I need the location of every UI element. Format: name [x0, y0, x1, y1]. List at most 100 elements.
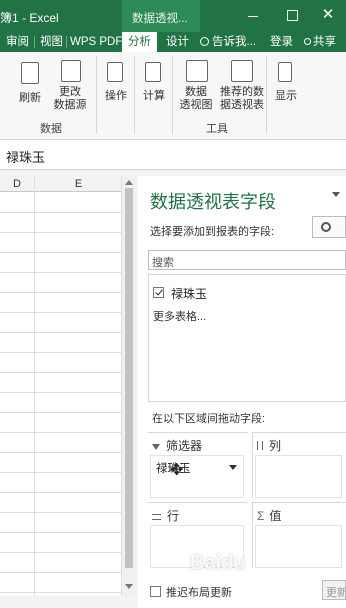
- title-bar: 簿1 - Excel 数据透视... ✕: [0, 0, 346, 32]
- columns-area[interactable]: 列: [252, 432, 346, 498]
- ribbon-separator: [266, 56, 267, 134]
- actions-label: 操作: [105, 90, 127, 102]
- update-button[interactable]: 更新: [322, 580, 346, 600]
- pane-title: 数据透视表字段: [150, 192, 276, 212]
- vertical-scrollbar[interactable]: [122, 176, 136, 596]
- recommended-pivot-tables-button[interactable]: 推荐的数 据透视表: [216, 56, 268, 116]
- scroll-down-icon[interactable]: [125, 584, 133, 589]
- rows-label: 行: [167, 509, 180, 523]
- formula-bar-value: 禄珠玉: [6, 150, 46, 165]
- pivot-chart-label-1: 数据: [185, 86, 207, 98]
- values-header: Σ值: [257, 507, 281, 524]
- scrollbar-thumb[interactable]: [125, 188, 133, 568]
- dropdown-caret-icon[interactable]: [229, 465, 237, 470]
- more-tables-link[interactable]: 更多表格...: [153, 308, 206, 324]
- tell-me-label: 告诉我...: [212, 36, 257, 48]
- tab-view[interactable]: 视图: [40, 32, 63, 52]
- calculations-button[interactable]: 计算: [138, 56, 170, 116]
- filters-drop-box[interactable]: 禄珠玉: [150, 455, 244, 498]
- baidu-watermark: Baidu: [190, 552, 246, 574]
- grid-line: [0, 572, 122, 573]
- grid-line: [0, 252, 122, 253]
- grid-line: [0, 492, 122, 493]
- pivot-chart-button[interactable]: 数据 透视图: [174, 56, 218, 116]
- restore-icon[interactable]: [274, 0, 310, 32]
- grid-line: [0, 212, 122, 213]
- minimize-icon[interactable]: [236, 0, 272, 32]
- share-button[interactable]: 共享: [304, 32, 336, 52]
- grid-line: [34, 176, 35, 596]
- show-icon: [278, 62, 292, 82]
- sigma-icon: Σ: [257, 509, 265, 523]
- field-label[interactable]: 禄珠玉: [171, 285, 207, 302]
- grid-line: [0, 272, 122, 273]
- grid-line: [0, 432, 122, 433]
- worksheet-grid[interactable]: D E: [0, 176, 122, 596]
- filter-field-pill[interactable]: 禄珠玉: [153, 460, 243, 476]
- grid-line: [0, 372, 122, 373]
- values-label: 值: [269, 509, 282, 523]
- layout-settings-button[interactable]: [312, 216, 346, 238]
- filters-header: 筛选器: [152, 437, 202, 454]
- sign-in-button[interactable]: 登录: [270, 32, 293, 52]
- grid-line: [0, 352, 122, 353]
- fx-icon: [145, 62, 161, 82]
- formula-bar[interactable]: 禄珠玉: [0, 140, 346, 170]
- table-icon: [61, 60, 81, 82]
- defer-update-label: 推迟布局更新: [166, 587, 232, 599]
- columns-icon: [257, 441, 263, 450]
- rows-icon: [152, 514, 161, 520]
- tell-me-search[interactable]: 告诉我...: [200, 32, 256, 52]
- column-header-d[interactable]: D: [0, 176, 34, 192]
- tab-wps-pdf[interactable]: WPS PDF: [70, 32, 122, 52]
- field-checkbox[interactable]: [153, 287, 164, 298]
- filter-icon: [152, 444, 160, 450]
- gear-icon: [321, 222, 331, 232]
- grid-line: [0, 412, 122, 413]
- window-title: 簿1 - Excel: [0, 11, 59, 25]
- ribbon-tabs: 审阅 视图 WPS PDF 分析 设计 告诉我... 登录 共享: [0, 32, 346, 52]
- tab-design[interactable]: 设计: [166, 32, 189, 52]
- grid-line: [0, 392, 122, 393]
- pivot-tools-context-tab: 数据透视...: [122, 0, 200, 32]
- columns-header: 列: [257, 437, 281, 454]
- person-icon: [304, 38, 311, 45]
- lightbulb-icon: [200, 37, 209, 46]
- scroll-up-icon[interactable]: [125, 180, 133, 185]
- ribbon-separator: [96, 56, 97, 134]
- grid-line: [0, 452, 122, 453]
- values-area[interactable]: Σ值: [252, 502, 346, 568]
- defer-update-checkbox[interactable]: [150, 586, 161, 597]
- tab-analyze[interactable]: 分析: [122, 32, 157, 52]
- pivot-fields-pane: 数据透视表字段 选择要添加到报表的字段: 搜索 禄珠玉 更多表格... 在以下区…: [138, 176, 346, 608]
- pane-options-chevron-icon[interactable]: [332, 192, 340, 197]
- field-search-input[interactable]: 搜索: [148, 250, 346, 270]
- change-data-source-button[interactable]: 更改 数据源: [46, 56, 94, 116]
- share-label: 共享: [313, 36, 336, 48]
- column-header-e[interactable]: E: [34, 176, 122, 192]
- search-placeholder: 搜索: [152, 257, 174, 269]
- change-source-label-2: 数据源: [53, 99, 87, 111]
- tab-review[interactable]: 审阅: [6, 32, 29, 52]
- columns-drop-box[interactable]: [255, 455, 342, 498]
- show-label: 显示: [275, 90, 297, 102]
- grid-line: [0, 532, 122, 533]
- field-list: 禄珠玉 更多表格...: [148, 274, 346, 402]
- grid-line: [0, 552, 122, 553]
- columns-label: 列: [269, 439, 282, 453]
- filters-area[interactable]: 筛选器 禄珠玉: [148, 432, 248, 498]
- actions-button[interactable]: 操作: [100, 56, 132, 116]
- close-icon[interactable]: ✕: [310, 0, 346, 32]
- group-label-data: 数据: [40, 123, 62, 135]
- rows-header: 行: [152, 507, 179, 524]
- recommended-pivot-icon: [231, 60, 253, 82]
- grid-line: [0, 472, 122, 473]
- recommended-label-1: 推荐的数: [220, 86, 264, 98]
- values-drop-box[interactable]: [255, 525, 342, 568]
- grid-line: [0, 332, 122, 333]
- drag-hint: 在以下区域间拖动字段:: [152, 413, 266, 425]
- grid-line: [0, 592, 122, 593]
- actions-icon: [107, 62, 123, 82]
- show-button[interactable]: 显示: [270, 56, 302, 116]
- ribbon-separator: [172, 56, 173, 134]
